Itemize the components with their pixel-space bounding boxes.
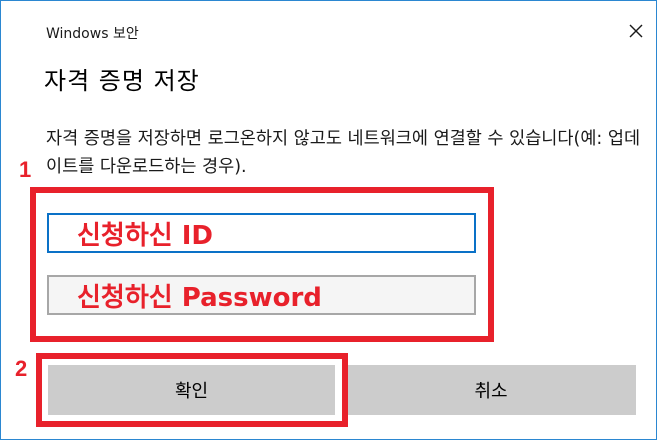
ok-button[interactable]: 확인: [48, 365, 335, 415]
close-glyph: [629, 24, 643, 38]
password-field[interactable]: 신청하신 Password: [47, 275, 476, 315]
credential-dialog: Windows 보안 자격 증명 저장 자격 증명을 저장하면 로그온하지 않고…: [0, 0, 657, 440]
annotation-marker-1: 1: [19, 157, 32, 182]
username-value: 신청하신 ID: [77, 220, 213, 251]
dialog-description: 자격 증명을 저장하면 로그온하지 않고도 네트워크에 연결할 수 있습니다(예…: [46, 129, 641, 177]
highlight-box-fields: [30, 187, 494, 342]
username-field[interactable]: 신청하신 ID: [47, 213, 476, 253]
close-icon[interactable]: [623, 18, 649, 44]
window-title: Windows 보안: [46, 26, 139, 42]
dialog-heading: 자격 증명 저장: [44, 67, 200, 95]
password-value: 신청하신 Password: [77, 282, 322, 313]
cancel-button[interactable]: 취소: [346, 365, 636, 415]
annotation-marker-2: 2: [15, 356, 28, 381]
